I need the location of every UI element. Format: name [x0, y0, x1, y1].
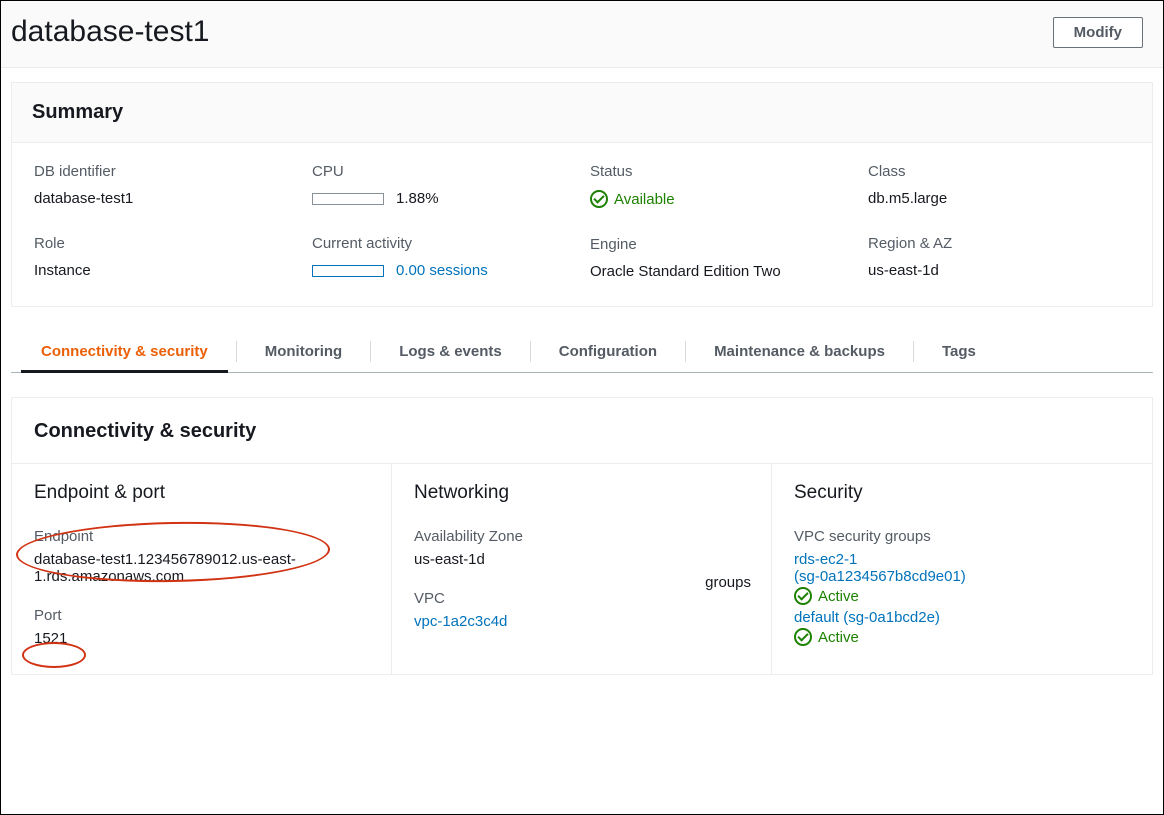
- cpu-value: 1.88%: [396, 190, 439, 207]
- tab-maintenance-backups[interactable]: Maintenance & backups: [694, 331, 905, 372]
- activity-bar: [312, 265, 384, 277]
- tab-connectivity-security[interactable]: Connectivity & security: [21, 331, 228, 372]
- endpoint-port-title: Endpoint & port: [34, 482, 369, 504]
- port-label: Port: [34, 607, 369, 624]
- check-circle-icon: [794, 587, 812, 605]
- cpu-label: CPU: [312, 163, 574, 180]
- engine-value: Oracle Standard Edition Two: [590, 263, 852, 280]
- db-identifier-value: database-test1: [34, 190, 296, 207]
- status-label: Status: [590, 163, 852, 180]
- tabs-row: Connectivity & security Monitoring Logs …: [11, 331, 1153, 373]
- security-title: Security: [794, 482, 1130, 504]
- region-label: Region & AZ: [868, 235, 1130, 252]
- activity-label: Current activity: [312, 235, 574, 252]
- vpc-sg-label: VPC security groups: [794, 528, 1130, 545]
- networking-column: Networking Availability Zone us-east-1d …: [392, 464, 772, 674]
- vpc-label: VPC: [414, 590, 749, 607]
- az-value: us-east-1d: [414, 551, 749, 568]
- summary-header: Summary: [12, 83, 1152, 143]
- tab-separator: [236, 341, 237, 362]
- role-label: Role: [34, 235, 296, 252]
- page-root: database-test1 Modify Summary DB identif…: [0, 0, 1164, 815]
- summary-col-2: CPU 1.88% Current activity 0.00 sessions: [312, 163, 574, 280]
- sg1-name-link[interactable]: rds-ec2-1: [794, 551, 857, 568]
- tab-separator: [913, 341, 914, 362]
- security-column: Security VPC security groups rds-ec2-1 (…: [772, 464, 1152, 674]
- sg2-name-link[interactable]: default (sg-0a1bcd2e): [794, 609, 940, 626]
- summary-col-3: Status Available Engine Oracle Standard …: [590, 163, 852, 280]
- connectivity-header: Connectivity & security: [12, 398, 1152, 463]
- sg1-status-row: Active: [794, 587, 859, 605]
- check-circle-icon: [794, 628, 812, 646]
- sg2-status: Active: [818, 629, 859, 646]
- db-identifier-label: DB identifier: [34, 163, 296, 180]
- engine-label: Engine: [590, 236, 852, 253]
- connectivity-grid: Endpoint & port Endpoint database-test1.…: [12, 463, 1152, 674]
- endpoint-label: Endpoint: [34, 528, 369, 545]
- endpoint-value: database-test1.123456789012.us-east-1.rd…: [34, 551, 369, 585]
- activity-value-row: 0.00 sessions: [312, 262, 488, 279]
- check-circle-icon: [590, 190, 608, 208]
- tab-logs-events[interactable]: Logs & events: [379, 331, 522, 372]
- status-value: Available: [614, 191, 675, 208]
- connectivity-panel: Connectivity & security Endpoint & port …: [11, 397, 1153, 675]
- groups-text: groups: [705, 574, 751, 591]
- sg1-status: Active: [818, 588, 859, 605]
- summary-panel: Summary DB identifier database-test1 Rol…: [11, 82, 1153, 307]
- summary-grid: DB identifier database-test1 Role Instan…: [12, 143, 1152, 306]
- tab-tags[interactable]: Tags: [922, 331, 996, 372]
- cpu-value-row: 1.88%: [312, 190, 439, 207]
- connectivity-title: Connectivity & security: [34, 420, 1130, 443]
- az-label: Availability Zone: [414, 528, 749, 545]
- tab-separator: [530, 341, 531, 362]
- summary-col-4: Class db.m5.large Region & AZ us-east-1d: [868, 163, 1130, 280]
- class-value: db.m5.large: [868, 190, 1130, 207]
- summary-col-1: DB identifier database-test1 Role Instan…: [34, 163, 296, 280]
- page-header: database-test1 Modify: [1, 1, 1163, 68]
- summary-title: Summary: [32, 101, 1132, 124]
- cpu-bar: [312, 193, 384, 205]
- activity-value[interactable]: 0.00 sessions: [396, 262, 488, 279]
- status-row: Available: [590, 190, 675, 208]
- class-label: Class: [868, 163, 1130, 180]
- role-value: Instance: [34, 262, 296, 279]
- sg2-status-row: Active: [794, 628, 859, 646]
- vpc-link[interactable]: vpc-1a2c3c4d: [414, 613, 507, 630]
- page-title: database-test1: [11, 15, 209, 49]
- modify-button[interactable]: Modify: [1053, 17, 1143, 48]
- region-value: us-east-1d: [868, 262, 1130, 279]
- networking-title: Networking: [414, 482, 749, 504]
- tab-separator: [370, 341, 371, 362]
- sg1-id-link[interactable]: (sg-0a1234567b8cd9e01): [794, 568, 966, 585]
- tab-separator: [685, 341, 686, 362]
- tab-monitoring[interactable]: Monitoring: [245, 331, 362, 372]
- port-value: 1521: [34, 630, 369, 647]
- tab-configuration[interactable]: Configuration: [539, 331, 677, 372]
- endpoint-port-column: Endpoint & port Endpoint database-test1.…: [12, 464, 392, 674]
